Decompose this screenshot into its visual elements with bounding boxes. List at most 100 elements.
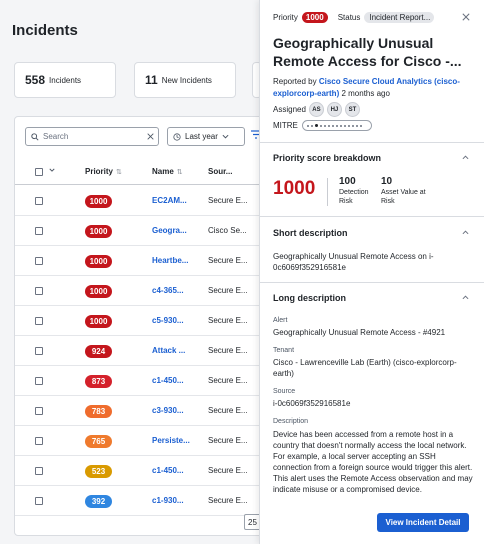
incident-source: Secure E... <box>208 316 248 325</box>
incident-detail-drawer: Priority 1000 Status Incident Report... … <box>259 0 484 544</box>
page-title: Incidents <box>12 22 78 39</box>
incident-name-link[interactable]: EC2AM... <box>152 196 202 205</box>
table-row[interactable]: 1000 Geogra... Cisco Se... <box>15 216 263 246</box>
view-incident-detail-button[interactable]: View Incident Detail <box>377 513 469 532</box>
priority-score-total: 1000 <box>273 178 316 199</box>
stat-card-new-incidents[interactable]: 11 New Incidents <box>134 62 236 98</box>
priority-badge: 924 <box>85 345 112 358</box>
incident-name-link[interactable]: c3-930... <box>152 406 202 415</box>
close-icon[interactable] <box>462 12 470 24</box>
priority-badge: 1000 <box>85 225 112 238</box>
tenant-value: Cisco - Lawrenceville Lab (Earth) (cisco… <box>273 358 457 378</box>
incident-source: Secure E... <box>208 406 248 415</box>
priority-badge: 1000 <box>85 285 112 298</box>
row-checkbox[interactable] <box>35 347 43 357</box>
tenant-label: Tenant <box>273 347 295 354</box>
select-all-checkbox[interactable] <box>35 168 43 178</box>
mitre-tactics-bar[interactable] <box>301 120 372 131</box>
status-label: Status <box>337 13 361 22</box>
mitre-label: MITRE <box>273 121 298 130</box>
column-header-priority[interactable]: Priority ⇅ <box>85 167 122 176</box>
table-row[interactable]: 1000 EC2AM... Secure E... <box>15 186 263 216</box>
source-label: Source <box>273 388 296 395</box>
row-checkbox[interactable] <box>35 227 43 237</box>
column-header-source[interactable]: Sour... <box>208 167 232 176</box>
section-title-score: Priority score breakdown <box>273 153 382 163</box>
table-row[interactable]: 1000 Heartbe... Secure E... <box>15 246 263 276</box>
status-badge[interactable]: Incident Report... <box>364 12 435 23</box>
search-box[interactable] <box>25 127 159 146</box>
stat-count: 558 <box>25 73 46 87</box>
incident-name-link[interactable]: Heartbe... <box>152 256 202 265</box>
table-row[interactable]: 783 c3-930... Secure E... <box>15 396 263 426</box>
incident-name-link[interactable]: c1-450... <box>152 376 202 385</box>
row-checkbox[interactable] <box>35 287 43 297</box>
row-checkbox[interactable] <box>35 197 43 207</box>
row-checkbox[interactable] <box>35 257 43 267</box>
source-value: i-0c6069f352916581e <box>273 399 351 408</box>
stat-card-incidents[interactable]: 558 Incidents <box>14 62 116 98</box>
priority-label: Priority <box>273 13 298 22</box>
section-title-long-description: Long description <box>273 293 346 303</box>
clear-icon[interactable] <box>147 133 154 140</box>
incident-source: Secure E... <box>208 436 248 445</box>
section-title-short-description: Short description <box>273 228 348 238</box>
table-row[interactable]: 392 c1-930... Secure E... <box>15 486 263 516</box>
incident-name-link[interactable]: Persiste... <box>152 436 202 445</box>
incident-name-link[interactable]: Attack ... <box>152 346 202 355</box>
divider <box>260 282 484 283</box>
avatar[interactable]: HJ <box>326 102 342 117</box>
reported-by: Reported by Cisco Secure Cloud Analytics… <box>273 77 460 98</box>
sort-icon: ⇅ <box>116 169 122 176</box>
incident-title: Geographically Unusual Remote Access for… <box>273 35 462 69</box>
incident-name-link[interactable]: Geogra... <box>152 226 202 235</box>
time-range-select[interactable]: Last year <box>167 127 245 146</box>
table-row[interactable]: 1000 c4-365... Secure E... <box>15 276 263 306</box>
row-checkbox[interactable] <box>35 407 43 417</box>
row-checkbox[interactable] <box>35 377 43 387</box>
score-asset: 10 Asset Value at Risk <box>381 176 426 205</box>
stat-count: 11 <box>145 73 158 87</box>
priority-badge: 523 <box>85 465 112 478</box>
incident-source: Secure E... <box>208 196 248 205</box>
priority-badge: 783 <box>85 405 112 418</box>
priority-badge: 1000 <box>85 315 112 328</box>
mitre-row: MITRE <box>273 120 372 131</box>
table-row[interactable]: 523 c1-450... Secure E... <box>15 456 263 486</box>
search-input[interactable] <box>43 132 143 141</box>
table-row[interactable]: 924 Attack ... Secure E... <box>15 336 263 366</box>
incident-name-link[interactable]: c4-365... <box>152 286 202 295</box>
score-detection: 100 Detection Risk <box>339 176 369 205</box>
column-header-name[interactable]: Name ⇅ <box>152 167 183 176</box>
alert-label: Alert <box>273 317 288 324</box>
priority-badge: 1000 <box>85 255 112 268</box>
row-checkbox[interactable] <box>35 467 43 477</box>
row-checkbox[interactable] <box>35 497 43 507</box>
incident-name-link[interactable]: c5-930... <box>152 316 202 325</box>
incident-name-link[interactable]: c1-930... <box>152 496 202 505</box>
row-checkbox[interactable] <box>35 437 43 447</box>
drawer-header: Priority 1000 Status Incident Report... <box>273 12 478 23</box>
clock-icon <box>173 132 181 141</box>
avatar[interactable]: ST <box>344 102 360 117</box>
incidents-table: Last year Priority⇅ Name⇅ Sour... 1000 EC… <box>14 116 264 536</box>
assigned-label: Assigned <box>273 105 306 114</box>
avatar[interactable]: AS <box>308 102 324 117</box>
search-icon <box>31 132 39 141</box>
chevron-down-icon <box>222 134 229 139</box>
row-checkbox[interactable] <box>35 317 43 327</box>
table-row[interactable]: 765 Persiste... Secure E... <box>15 426 263 456</box>
chevron-up-icon[interactable] <box>462 153 469 162</box>
reported-time: 2 months ago <box>341 89 390 98</box>
incident-source: Secure E... <box>208 466 248 475</box>
table-header: Priority ⇅ Name ⇅ Sour... <box>15 159 263 185</box>
short-description-text: Geographically Unusual Remote Access on … <box>273 252 434 272</box>
chevron-down-icon[interactable] <box>49 168 55 172</box>
incident-source: Secure E... <box>208 376 248 385</box>
chevron-up-icon[interactable] <box>462 228 469 237</box>
chevron-up-icon[interactable] <box>462 293 469 302</box>
table-row[interactable]: 1000 c5-930... Secure E... <box>15 306 263 336</box>
table-row[interactable]: 873 c1-450... Secure E... <box>15 366 263 396</box>
incident-name-link[interactable]: c1-450... <box>152 466 202 475</box>
sort-icon: ⇅ <box>176 169 183 176</box>
